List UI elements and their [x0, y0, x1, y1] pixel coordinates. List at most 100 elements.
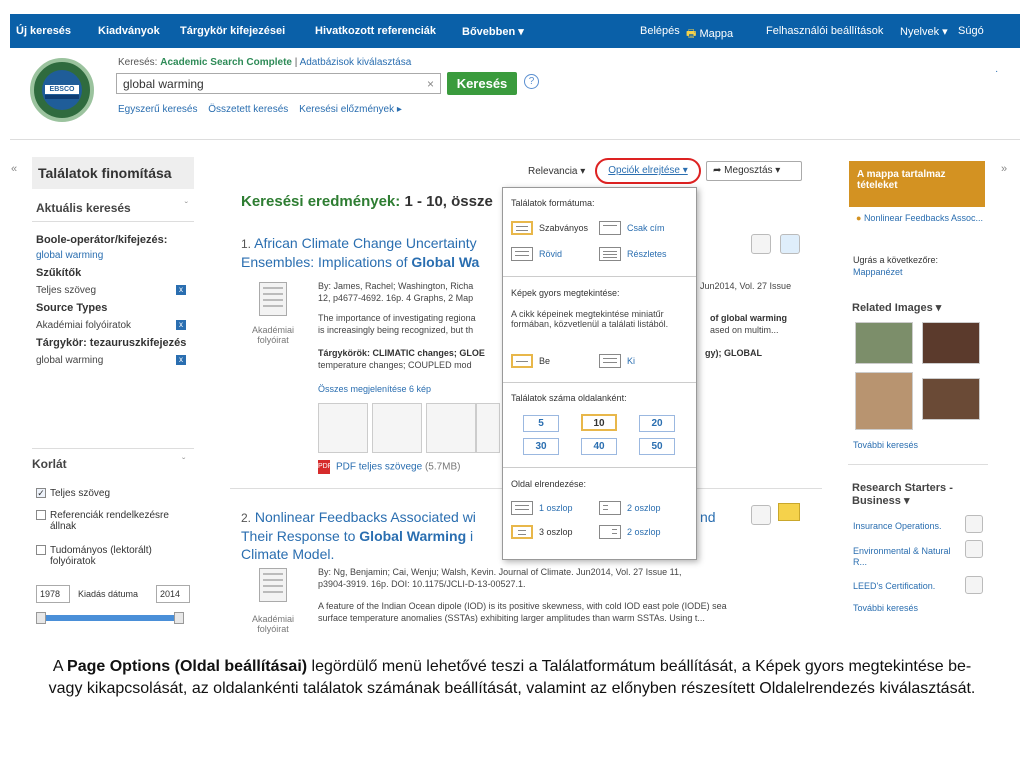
- chevron-down-icon: ˇ: [182, 457, 186, 468]
- date-label: Kiadás dátuma: [78, 589, 139, 599]
- format-standard[interactable]: Szabványos: [511, 221, 588, 235]
- search-button[interactable]: Keresés: [447, 72, 517, 95]
- basic-search-link[interactable]: Egyszerű keresés: [118, 104, 197, 115]
- result-2-meta: By: Ng, Benjamin; Cai, Wenju; Walsh, Kev…: [318, 567, 682, 589]
- collapse-left-icon[interactable]: «: [11, 163, 17, 175]
- pdf-full-text-link[interactable]: PDF PDF teljes szövege (5.7MB): [318, 460, 461, 474]
- nav-new-search[interactable]: Új keresés: [16, 25, 71, 37]
- result-1-title[interactable]: 1. African Climate Change Uncertainty En…: [241, 234, 479, 271]
- layout-1col-icon: [511, 501, 533, 515]
- nav-more[interactable]: Bővebben ▾: [462, 25, 524, 38]
- result-image-thumb[interactable]: [372, 403, 422, 453]
- result-image-thumb[interactable]: [426, 403, 476, 453]
- related-image[interactable]: [855, 372, 913, 430]
- nav-preferences[interactable]: Felhasználói beállítások: [766, 25, 883, 37]
- sort-relevance-dropdown[interactable]: Relevancia ▾: [528, 166, 585, 177]
- slider-handle-right[interactable]: [174, 612, 184, 624]
- format-brief[interactable]: Rövid: [511, 247, 562, 261]
- result-2-abstract: A feature of the Indian Ocean dipole (IO…: [318, 601, 727, 623]
- checkbox-peer-reviewed[interactable]: Tudományos (lektorált) folyóiratok: [36, 545, 186, 567]
- related-images-heading[interactable]: Related Images ▾: [852, 301, 941, 314]
- top-navigation: Új keresés Kiadványok Tárgykör kifejezés…: [10, 14, 1020, 48]
- remove-icon[interactable]: x: [176, 320, 186, 330]
- folder-view-link[interactable]: Mappanézet: [853, 267, 903, 277]
- remove-icon[interactable]: x: [176, 285, 186, 295]
- show-all-images-link[interactable]: Összes megjelenítése 6 kép: [318, 383, 431, 395]
- advanced-search-link[interactable]: Összetett keresés: [208, 104, 288, 115]
- current-search-header[interactable]: Aktuális keresés ˇ: [32, 201, 194, 215]
- research-starter-item[interactable]: Environmental & Natural R...: [853, 546, 953, 568]
- folder-item[interactable]: ● Nonlinear Feedbacks Assoc...: [856, 212, 986, 224]
- result-image-thumb[interactable]: [476, 403, 500, 453]
- nav-languages[interactable]: Nyelvek ▾: [900, 25, 948, 38]
- date-to-input[interactable]: 2014: [156, 585, 190, 603]
- per-page-20[interactable]: 20: [639, 415, 675, 432]
- help-icon[interactable]: ?: [524, 74, 539, 89]
- choose-databases-link[interactable]: Adatbázisok kiválasztása: [300, 57, 412, 68]
- remove-icon[interactable]: x: [176, 355, 186, 365]
- preview-icon[interactable]: [751, 234, 771, 254]
- image-quickview-heading: Képek gyors megtekintése:: [511, 288, 620, 298]
- research-starters-heading[interactable]: Research Starters - Business ▾: [852, 482, 982, 508]
- preview-icon[interactable]: [965, 576, 983, 594]
- result-2-title-right[interactable]: nd: [700, 508, 716, 526]
- clear-icon[interactable]: ×: [427, 77, 434, 91]
- layout-3-column[interactable]: 3 oszlop: [511, 525, 573, 539]
- slide-caption: A Page Options (Oldal beállításai) legör…: [48, 658, 976, 697]
- add-to-folder-icon[interactable]: [780, 234, 800, 254]
- boolean-value[interactable]: global warming: [36, 250, 190, 261]
- per-page-40[interactable]: 40: [581, 438, 617, 455]
- nav-publications[interactable]: Kiadványok: [98, 25, 160, 37]
- image-quickview-desc: A cikk képeinek megtekintése miniatűr fo…: [511, 309, 669, 329]
- search-mode-links: Egyszerű keresés Összetett keresés Keres…: [118, 104, 410, 115]
- slider-handle-left[interactable]: [36, 612, 46, 624]
- related-image[interactable]: [855, 322, 913, 364]
- per-page-5[interactable]: 5: [523, 415, 559, 432]
- result-1-meta: By: James, Rachel; Washington, Richa 12, …: [318, 281, 474, 303]
- per-page-30[interactable]: 30: [523, 438, 559, 455]
- search-input[interactable]: global warming ×: [116, 73, 441, 94]
- layout-1-column[interactable]: 1 oszlop: [511, 501, 573, 515]
- more-images-link[interactable]: További keresés: [853, 440, 918, 450]
- limiters-label: Szűkítők: [36, 267, 82, 279]
- image-quickview-off[interactable]: Ki: [599, 354, 635, 368]
- limit-to-header[interactable]: Korlát ˇ: [32, 457, 185, 471]
- per-page-10[interactable]: 10: [581, 414, 617, 431]
- share-button[interactable]: ➦ Megosztás ▾: [706, 161, 802, 181]
- format-title-only[interactable]: Csak cím: [599, 221, 665, 235]
- nav-folder[interactable]: 🖶 Mappa: [686, 25, 733, 44]
- collapse-right-icon[interactable]: »: [1001, 163, 1007, 175]
- search-history-link[interactable]: Keresési előzmények ▸: [299, 104, 402, 115]
- folder-icon[interactable]: [778, 503, 800, 521]
- document-icon[interactable]: [259, 568, 287, 602]
- date-from-input[interactable]: 1978: [36, 585, 70, 603]
- ebsco-logo[interactable]: EBSCO: [30, 58, 94, 122]
- layout-2-column-a[interactable]: 2 oszlop: [599, 501, 661, 515]
- image-quickview-on[interactable]: Be: [511, 354, 550, 368]
- preview-icon[interactable]: [751, 505, 771, 525]
- result-2-title[interactable]: 2. Nonlinear Feedbacks Associated wi The…: [241, 508, 476, 563]
- date-slider[interactable]: [36, 612, 184, 624]
- folder-icon: 🖶: [686, 28, 700, 40]
- page-layout-heading: Oldal elrendezése:: [511, 479, 587, 489]
- per-page-50[interactable]: 50: [639, 438, 675, 455]
- nav-cited-references[interactable]: Hivatkozott referenciák: [315, 25, 436, 37]
- layout-2-column-b[interactable]: 2 oszlop: [599, 525, 661, 539]
- nav-subject-terms[interactable]: Tárgykör kifejezései: [180, 25, 285, 37]
- search-header: EBSCO Keresés: Academic Search Complete …: [10, 48, 1020, 140]
- result-image-thumb[interactable]: [318, 403, 368, 453]
- format-detailed[interactable]: Részletes: [599, 247, 667, 261]
- page-options-button[interactable]: Opciók elrejtése ▾: [595, 158, 701, 184]
- checkbox-references[interactable]: Referenciák rendelkezésre állnak: [36, 510, 186, 532]
- related-image[interactable]: [922, 378, 980, 420]
- more-research-link[interactable]: További keresés: [853, 603, 918, 613]
- research-starter-item[interactable]: Insurance Operations.: [853, 521, 942, 531]
- nav-sign-in[interactable]: Belépés: [640, 25, 680, 37]
- research-starter-item[interactable]: LEED's Certification.: [853, 581, 935, 591]
- related-image[interactable]: [922, 322, 980, 364]
- preview-icon[interactable]: [965, 515, 983, 533]
- document-icon[interactable]: [259, 282, 287, 316]
- preview-icon[interactable]: [965, 540, 983, 558]
- checkbox-fulltext[interactable]: ✓ Teljes szöveg: [36, 488, 110, 499]
- nav-help[interactable]: Súgó: [958, 25, 984, 37]
